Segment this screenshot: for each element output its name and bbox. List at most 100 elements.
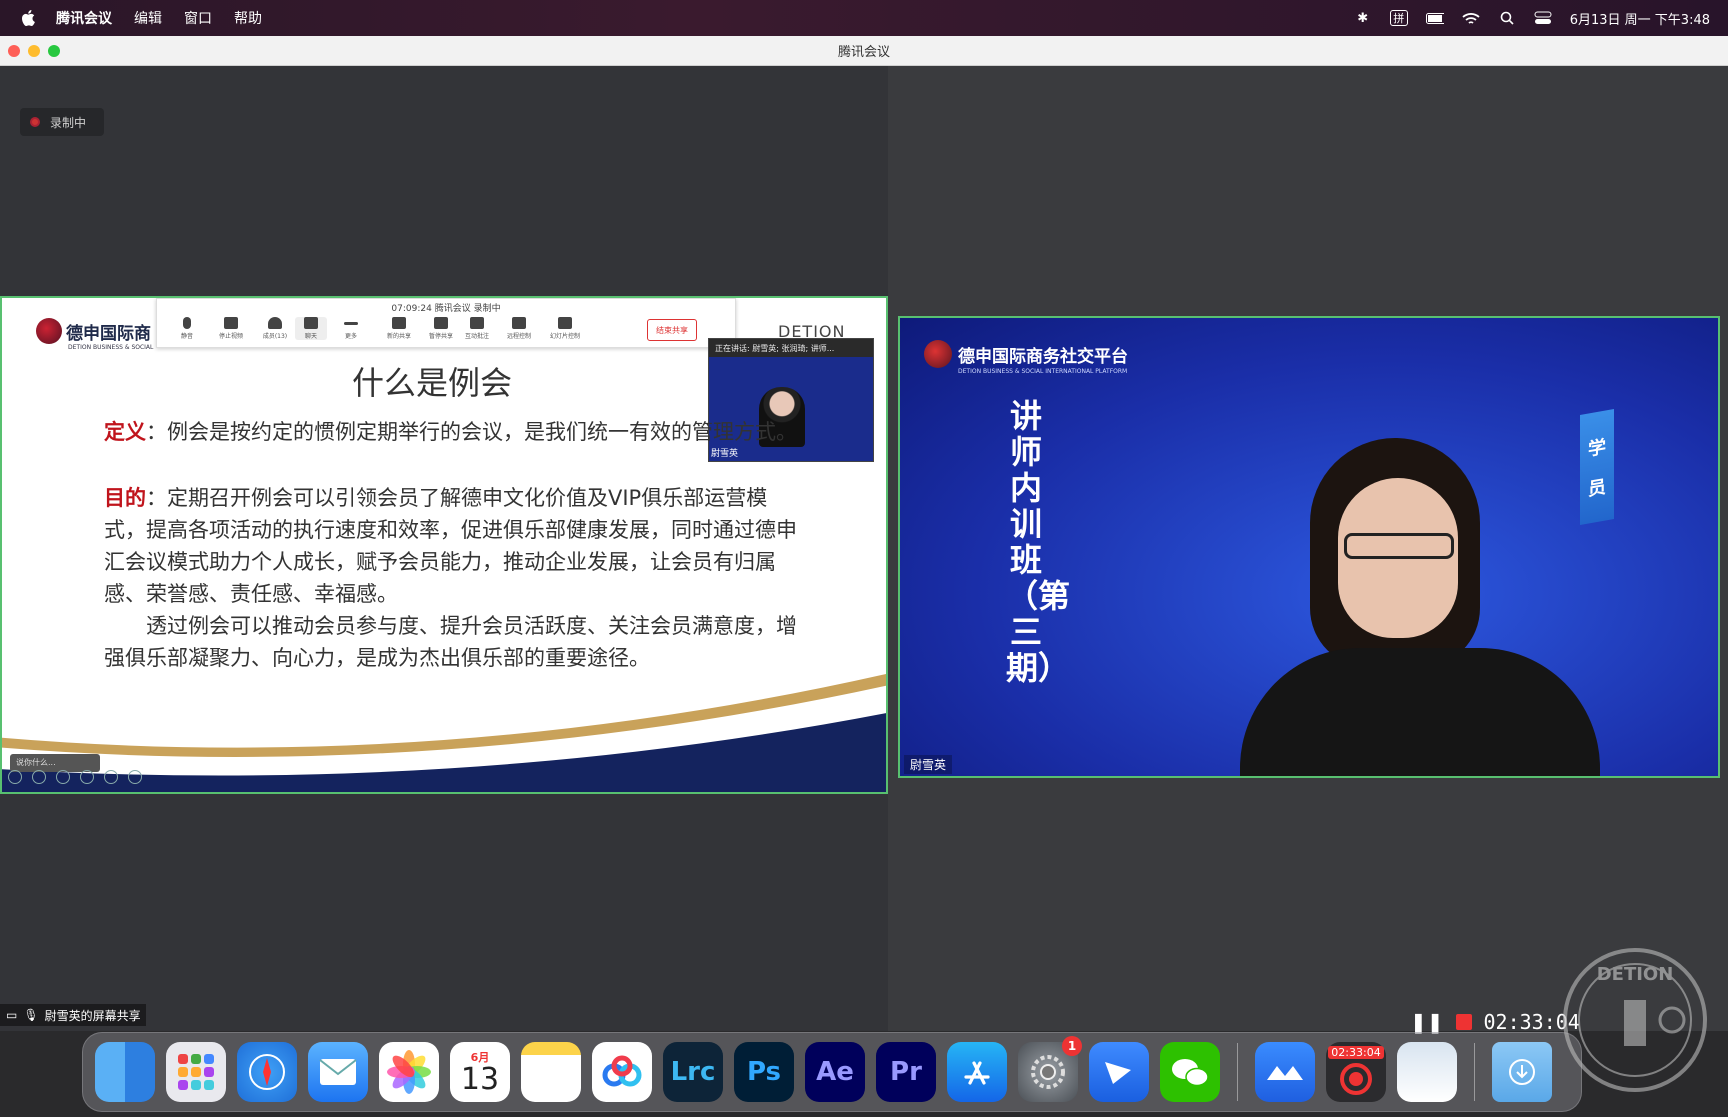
slide-control-button[interactable]: 幻灯片控制	[549, 317, 581, 340]
video-brand: 德申国际商务社交平台 DETION BUSINESS & SOCIAL INTE…	[924, 340, 1128, 375]
mic-icon	[183, 317, 191, 329]
purpose-label: 目的	[104, 486, 146, 510]
chat-button[interactable]: 聊天	[295, 317, 327, 340]
shared-slide: 德申国际商 DETION BUSINESS & SOCIAL DETION 07…	[0, 296, 888, 794]
end-share-button[interactable]: 结束共享	[647, 319, 697, 341]
premiere-icon[interactable]: Pr	[876, 1042, 936, 1102]
menubar: 腾讯会议 编辑 窗口 帮助 ✱ 拼 6月13日 周一 下午3:48	[0, 0, 1728, 36]
zoom-icon[interactable]	[104, 770, 118, 784]
stop-video-button[interactable]: 停止视频	[215, 317, 247, 340]
slide-title: 什么是例会	[351, 364, 512, 402]
pen-icon[interactable]	[56, 770, 70, 784]
system-preferences-icon[interactable]: 1	[1018, 1036, 1082, 1102]
definition-paragraph: 定义：例会是按约定的惯例定期举行的会议，是我们统一有效的管理方式。	[104, 416, 804, 448]
video-brand-text: 德申国际商务社交平台	[958, 346, 1128, 367]
calendar-day: 13	[460, 1062, 500, 1097]
recording-controls: ❚❚ 02:33:04	[1410, 1010, 1580, 1034]
dock: 6月 13 Lrc Ps Ae Pr 1 02:33:04	[82, 1032, 1582, 1112]
detion-emblem-icon	[924, 340, 952, 368]
slides-icon[interactable]	[80, 770, 94, 784]
app-store-icon[interactable]	[947, 1042, 1007, 1102]
wifi-icon[interactable]	[1462, 10, 1480, 26]
screen-recorder-icon[interactable]: 02:33:04	[1326, 1042, 1386, 1102]
video-pane: 德申国际商务社交平台 DETION BUSINESS & SOCIAL INTE…	[888, 66, 1728, 1031]
photos-icon[interactable]	[379, 1042, 439, 1102]
options-icon[interactable]	[128, 770, 142, 784]
toolbar-status: 07:09:24 腾讯会议 录制中	[391, 304, 501, 314]
baidu-netdisk-icon[interactable]	[592, 1042, 652, 1102]
speaker-figure	[1240, 438, 1600, 776]
student-banner: 学 员	[1580, 409, 1614, 525]
mic-icon: 🎙	[23, 1008, 39, 1022]
clock-text[interactable]: 6月13日 周一 下午3:48	[1570, 9, 1710, 28]
photoshop-icon[interactable]: Ps	[734, 1042, 794, 1102]
control-center-icon[interactable]	[1534, 10, 1552, 26]
menu-window[interactable]: 窗口	[184, 8, 212, 28]
screen-icon: ▭	[6, 1008, 18, 1022]
feishu-icon[interactable]	[1089, 1042, 1149, 1102]
menu-help[interactable]: 帮助	[234, 8, 262, 28]
dock-separator	[1237, 1043, 1238, 1101]
window-title: 腾讯会议	[837, 45, 890, 60]
safari-icon[interactable]	[237, 1042, 297, 1102]
menu-edit[interactable]: 编辑	[134, 8, 162, 28]
remote-control-button[interactable]: 远程控制	[503, 317, 535, 340]
screen-share-label: ▭ 🎙 尉雪英的屏幕共享	[0, 1004, 146, 1026]
record-dot-icon	[30, 117, 40, 127]
slide-logo-text: 德申国际商	[66, 323, 151, 344]
recording-label: 录制中	[50, 115, 87, 130]
recording-indicator[interactable]: 录制中	[20, 108, 104, 136]
pause-share-button[interactable]: 暂停共享	[425, 317, 457, 340]
notification-badge: 1	[1062, 1036, 1082, 1056]
after-effects-icon[interactable]: Ae	[805, 1042, 865, 1102]
svg-text:DETION: DETION	[1597, 964, 1674, 985]
downloads-folder-icon[interactable]	[1492, 1042, 1552, 1102]
meeting-toolbar: 07:09:24 腾讯会议 录制中 静音 停止视频 成员(13) 聊天 更多 新…	[156, 298, 736, 348]
zoom-window-button[interactable]	[48, 45, 60, 57]
slide-nav-controls	[8, 770, 142, 784]
input-method-icon[interactable]: 拼	[1389, 10, 1408, 26]
slide-control-icon	[558, 317, 572, 329]
annotate-button[interactable]: 互动批注	[461, 317, 493, 340]
pause-recording-icon[interactable]: ❚❚	[1410, 1010, 1444, 1034]
close-window-button[interactable]	[8, 45, 20, 57]
share-icon	[392, 317, 406, 329]
lightroom-classic-icon[interactable]: Lrc	[663, 1042, 723, 1102]
new-share-button[interactable]: 新的共享	[383, 317, 415, 340]
prev-slide-icon[interactable]	[8, 770, 22, 784]
battery-icon[interactable]	[1425, 10, 1444, 26]
bluetooth-icon[interactable]: ✱	[1354, 10, 1372, 26]
chat-icon	[304, 317, 318, 329]
more-button[interactable]: 更多	[335, 317, 367, 340]
minimize-window-button[interactable]	[28, 45, 40, 57]
pause-icon	[434, 317, 448, 329]
menu-app-name[interactable]: 腾讯会议	[56, 8, 112, 28]
tencent-meeting-icon[interactable]	[1255, 1042, 1315, 1102]
person-icon	[268, 317, 282, 329]
detion-emblem-icon	[36, 318, 62, 344]
next-slide-icon[interactable]	[32, 770, 46, 784]
video-brand-sub: DETION BUSINESS & SOCIAL INTERNATIONAL P…	[958, 368, 1128, 375]
remote-icon	[512, 317, 526, 329]
speaking-status: 正在讲话: 尉雪英; 张润琦; 讲师...	[709, 339, 873, 357]
recorder-time: 02:33:04	[1328, 1046, 1384, 1059]
vertical-title: 讲师内训班（第三期）	[1006, 397, 1071, 687]
preview-icon[interactable]	[1397, 1042, 1457, 1102]
speaker-video-tile[interactable]: 德申国际商务社交平台 DETION BUSINESS & SOCIAL INTE…	[898, 316, 1720, 778]
detion-watermark-seal: DETION	[1563, 948, 1707, 1092]
mail-icon[interactable]	[308, 1042, 368, 1102]
notes-icon[interactable]	[521, 1042, 581, 1102]
slide-logo: 德申国际商 DETION BUSINESS & SOCIAL	[36, 318, 153, 351]
meeting-view: 录制中 德申国际商 DETION BUSINESS & SOCIAL DETIO…	[0, 66, 1728, 1031]
launchpad-icon[interactable]	[166, 1042, 226, 1102]
screen-share-pane: 录制中 德申国际商 DETION BUSINESS & SOCIAL DETIO…	[0, 66, 888, 1031]
search-icon[interactable]	[1498, 10, 1516, 26]
apple-icon[interactable]	[18, 8, 38, 28]
finder-icon[interactable]	[95, 1042, 155, 1102]
members-button[interactable]: 成员(13)	[259, 317, 291, 340]
camera-icon	[224, 317, 238, 329]
mute-button[interactable]: 静音	[171, 317, 203, 340]
stop-recording-icon[interactable]	[1455, 1014, 1472, 1030]
calendar-icon[interactable]: 6月 13	[450, 1042, 510, 1102]
wechat-icon[interactable]	[1160, 1042, 1220, 1102]
